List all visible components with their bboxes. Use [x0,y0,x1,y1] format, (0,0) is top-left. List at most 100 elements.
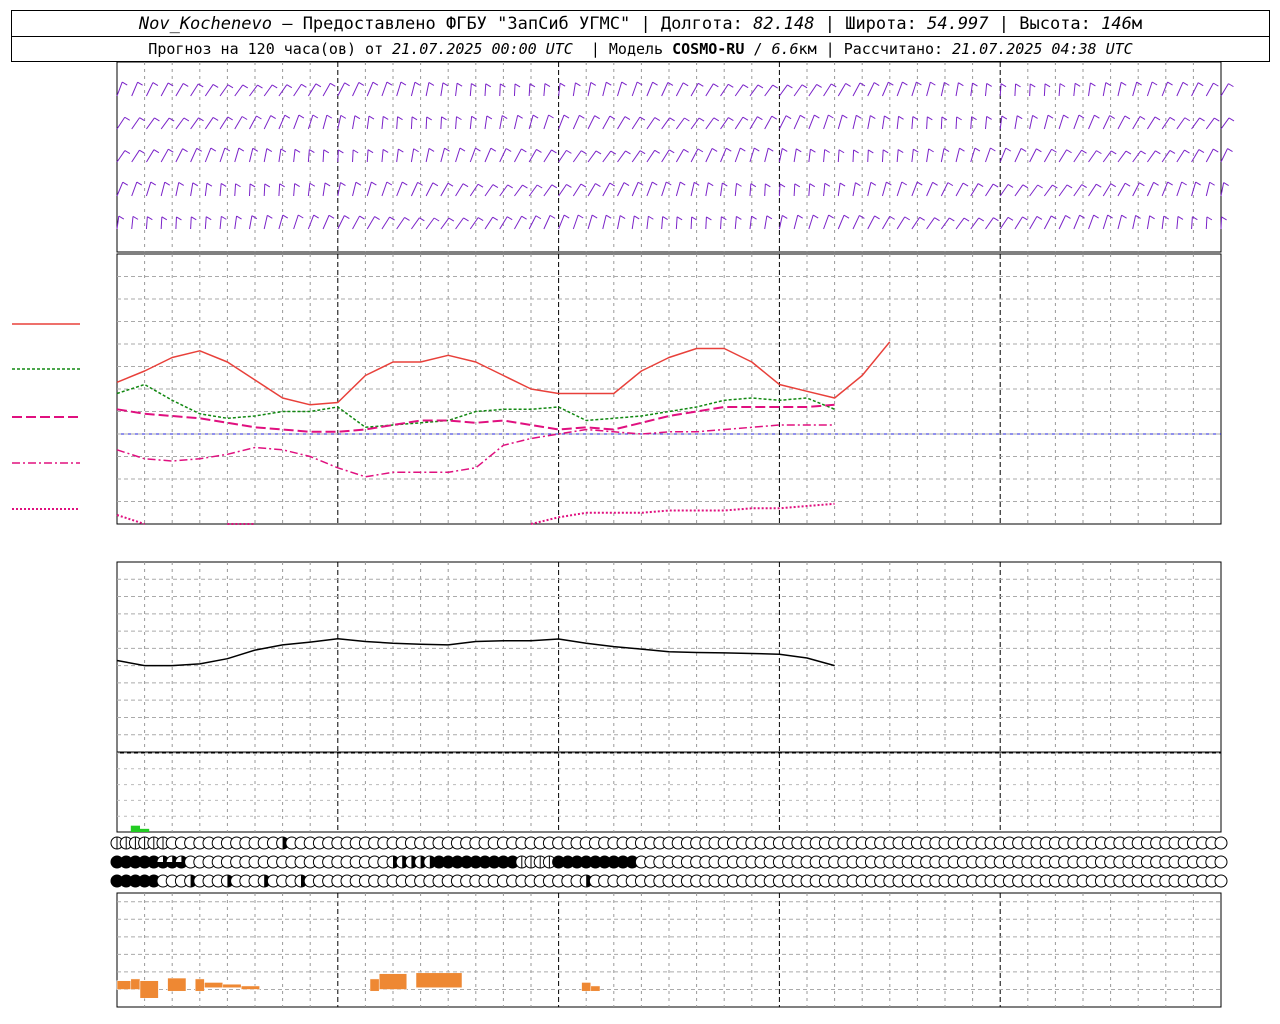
wind-barb [396,116,399,130]
wind-barb-feather [1059,83,1066,88]
wind-barb [1029,184,1039,197]
wind-barb [1176,149,1185,163]
wind-barb [764,84,774,97]
wind-barb [970,147,976,163]
wind-barb [587,214,593,230]
wind-barb [705,216,707,230]
wind-barb-feather [220,183,227,187]
wind-barb-feather [750,183,757,188]
wind-barb-feather [522,184,528,189]
wind-barb [219,216,222,230]
axis-labels [12,323,80,510]
wind-barb-feather [227,84,234,89]
wind-barb-feather [943,148,950,152]
wind-barb-feather [888,81,894,86]
wind-barb-feather [1124,115,1131,120]
wind-barb-feather [1093,214,1099,219]
wind-barb [1146,81,1153,97]
wind-barb [823,214,830,230]
wind-barb-feather [205,216,212,221]
wind-barb [896,116,900,130]
wind-barb [396,217,405,230]
wind-barb [469,183,479,197]
wind-barb [528,184,538,197]
wind-barb [690,83,699,97]
wind-barb [999,217,1009,230]
wind-barb [617,182,625,197]
wind-barb-feather [828,114,834,119]
wind-barb-feather [382,115,389,120]
wind-barb [307,149,310,163]
wind-barb-feather [242,84,249,89]
wind-barb-feather [1090,82,1096,87]
wind-barb-feather [1181,181,1187,186]
wind-barb [1176,181,1183,197]
wind-barb-feather [972,82,978,87]
wind-barb [204,117,214,130]
wind-barb [322,114,328,130]
wind-barb-feather [814,114,820,119]
wind-barb [1205,182,1211,197]
wind-barb-feather [1074,82,1081,87]
wind-barb-feather [241,116,248,120]
wind-barb [1088,150,1097,163]
wind-barb-feather [838,149,845,154]
wind-barb [764,115,773,130]
wind-barb [778,84,788,97]
wind-barb [970,116,973,130]
wind-barb-feather [870,115,876,120]
wind-barb [720,147,727,163]
wind-barb [366,181,372,197]
wind-barb-feather [227,116,233,121]
wind-barb-feather [264,183,271,188]
wind-barb [1014,184,1024,197]
wind-barb-feather [1066,149,1072,154]
wind-barb-feather [324,182,331,187]
wind-barb [1029,115,1034,130]
wind-barb-feather [551,184,558,189]
wind-barb-feather [1063,114,1069,119]
wind-barb [911,81,917,97]
wind-barb-feather [1151,81,1158,86]
wind-barb-feather [928,148,934,153]
wind-barb-feather [1078,114,1085,119]
wind-barb [985,217,994,230]
wind-barb [484,83,487,97]
wind-barb [204,216,207,230]
wind-barb-feather [637,181,644,186]
wind-barb-feather [824,182,831,187]
wind-barb-feather [235,183,241,188]
precip-bars [130,825,150,832]
wind-barb-feather [154,117,160,122]
wind-barb [410,148,415,163]
wind-barb [764,215,768,230]
wind-barb [1176,117,1186,130]
wind-barb-feather [448,217,455,222]
wind-barb [322,149,325,163]
wind-barb [764,183,766,197]
wind-barb-feather [492,216,498,221]
wind-barb [145,216,148,230]
panel-frame [116,752,1222,833]
wind-barb-feather [930,81,936,86]
wind-barb-feather [559,82,566,87]
wind-barb-feather [536,184,543,189]
wind-barb [175,182,180,197]
wind-barb [970,83,973,97]
wind-barb-feather [368,115,375,120]
wind-barb [1102,115,1111,130]
wind-barb-feather [591,214,598,219]
wind-barb [513,83,516,97]
wind-barb [793,215,799,230]
wind-barb-feather [475,147,481,152]
wind-barb-feather [340,114,347,119]
wind-barb-feather [902,81,908,86]
wind-barb [366,149,369,163]
wind-barb-feather [947,182,954,187]
wind-barb [793,148,797,163]
cloud-symbol [1214,836,1228,850]
wind-barb-feather [544,83,551,87]
wind-barb-feather [676,216,683,221]
wind-barb [175,83,184,97]
wind-barb-feather [506,216,513,221]
